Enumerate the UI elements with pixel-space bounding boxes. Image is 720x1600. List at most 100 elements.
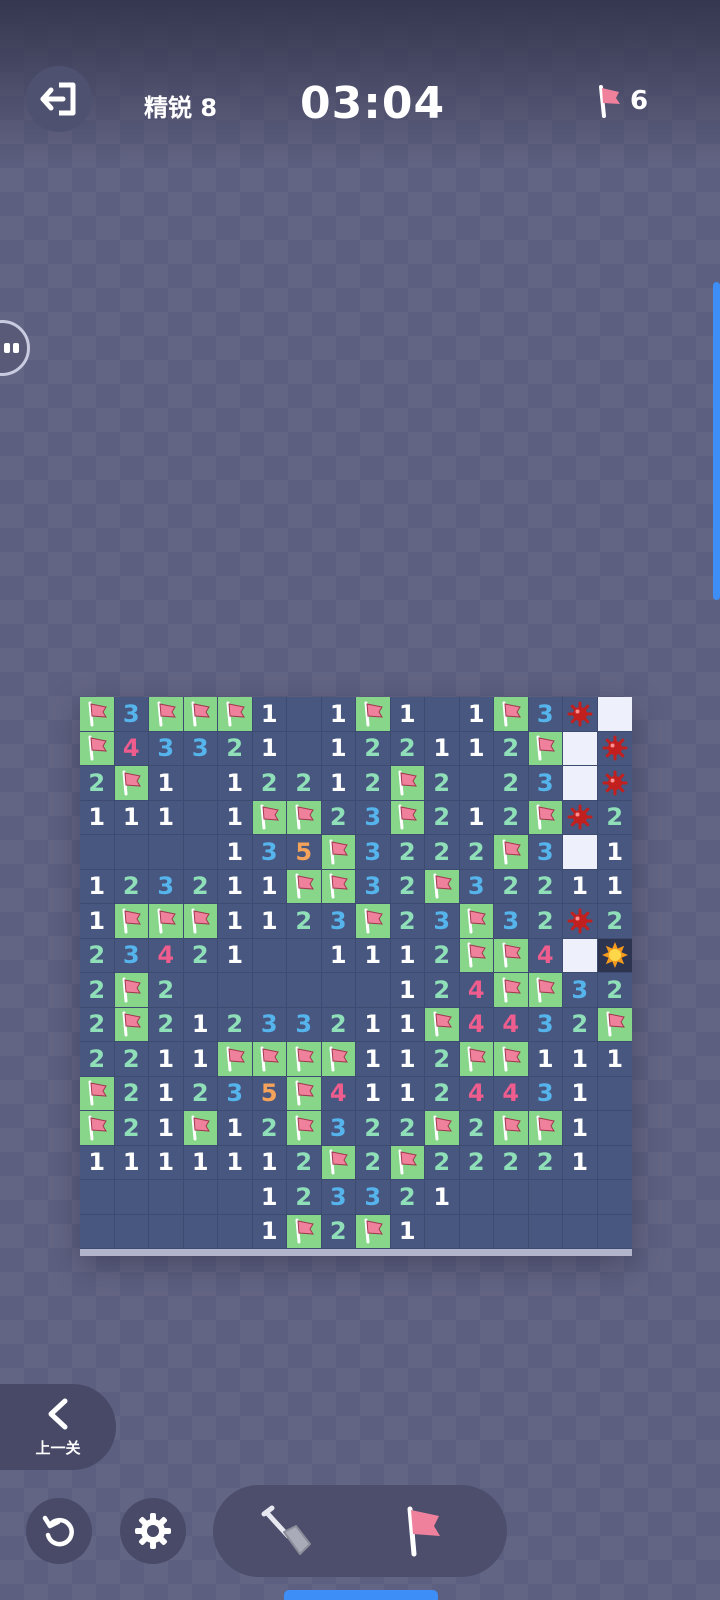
number-cell[interactable]: 1 [563, 1145, 598, 1180]
number-cell[interactable]: 3 [149, 869, 184, 904]
flagged-cell[interactable] [114, 766, 149, 801]
number-cell[interactable]: 3 [528, 835, 563, 870]
unrevealed-cell[interactable] [563, 938, 598, 973]
settings-button[interactable] [120, 1498, 186, 1564]
empty-cell[interactable] [183, 1180, 218, 1215]
flagged-cell[interactable] [183, 697, 218, 732]
number-cell[interactable]: 2 [149, 1007, 184, 1042]
number-cell[interactable]: 1 [80, 904, 115, 939]
flagged-cell[interactable] [356, 904, 391, 939]
scroll-indicator[interactable] [713, 282, 720, 600]
flagged-cell[interactable] [287, 1111, 322, 1146]
number-cell[interactable]: 3 [356, 800, 391, 835]
number-cell[interactable]: 2 [459, 835, 494, 870]
empty-cell[interactable] [425, 1214, 460, 1249]
flagged-cell[interactable] [528, 1111, 563, 1146]
flagged-cell[interactable] [528, 800, 563, 835]
number-cell[interactable]: 2 [494, 766, 529, 801]
number-cell[interactable]: 1 [114, 1145, 149, 1180]
flagged-cell[interactable] [356, 1214, 391, 1249]
number-cell[interactable]: 4 [459, 1076, 494, 1111]
mine-cell[interactable] [597, 766, 632, 801]
number-cell[interactable]: 1 [425, 731, 460, 766]
number-cell[interactable]: 2 [425, 973, 460, 1008]
empty-cell[interactable] [494, 1180, 529, 1215]
flagged-cell[interactable] [287, 800, 322, 835]
number-cell[interactable]: 3 [528, 1076, 563, 1111]
mine-cell[interactable] [563, 904, 598, 939]
flagged-cell[interactable] [494, 938, 529, 973]
number-cell[interactable]: 3 [356, 835, 391, 870]
number-cell[interactable]: 1 [321, 766, 356, 801]
empty-cell[interactable] [114, 1180, 149, 1215]
number-cell[interactable]: 2 [494, 800, 529, 835]
empty-cell[interactable] [252, 973, 287, 1008]
number-cell[interactable]: 1 [390, 938, 425, 973]
number-cell[interactable]: 4 [149, 938, 184, 973]
empty-cell[interactable] [183, 766, 218, 801]
number-cell[interactable]: 3 [321, 1180, 356, 1215]
flagged-cell[interactable] [597, 1007, 632, 1042]
number-cell[interactable]: 2 [114, 1042, 149, 1077]
exploded-mine-cell[interactable] [597, 938, 632, 973]
number-cell[interactable]: 1 [183, 1007, 218, 1042]
number-cell[interactable]: 1 [563, 1042, 598, 1077]
empty-cell[interactable] [218, 1214, 253, 1249]
number-cell[interactable]: 2 [425, 1145, 460, 1180]
empty-cell[interactable] [597, 1180, 632, 1215]
empty-cell[interactable] [114, 1214, 149, 1249]
number-cell[interactable]: 1 [149, 766, 184, 801]
flagged-cell[interactable] [114, 1007, 149, 1042]
number-cell[interactable]: 2 [494, 1145, 529, 1180]
number-cell[interactable]: 1 [218, 904, 253, 939]
number-cell[interactable]: 1 [80, 869, 115, 904]
flagged-cell[interactable] [321, 835, 356, 870]
flagged-cell[interactable] [390, 800, 425, 835]
flagged-cell[interactable] [183, 1111, 218, 1146]
number-cell[interactable]: 2 [597, 801, 632, 835]
number-cell[interactable]: 1 [321, 938, 356, 973]
number-cell[interactable]: 3 [494, 904, 529, 939]
number-cell[interactable]: 1 [218, 938, 253, 973]
number-cell[interactable]: 1 [218, 766, 253, 801]
number-cell[interactable]: 1 [252, 869, 287, 904]
flagged-cell[interactable] [80, 1076, 115, 1111]
empty-cell[interactable] [149, 1214, 184, 1249]
number-cell[interactable]: 3 [528, 697, 563, 732]
number-cell[interactable]: 2 [183, 1076, 218, 1111]
number-cell[interactable]: 1 [183, 1145, 218, 1180]
number-cell[interactable]: 4 [459, 1007, 494, 1042]
flagged-cell[interactable] [149, 697, 184, 732]
number-cell[interactable]: 3 [563, 973, 598, 1008]
empty-cell[interactable] [597, 1215, 632, 1249]
number-cell[interactable]: 2 [425, 1076, 460, 1111]
number-cell[interactable]: 1 [597, 1042, 632, 1077]
empty-cell[interactable] [218, 973, 253, 1008]
flagged-cell[interactable] [287, 869, 322, 904]
number-cell[interactable]: 1 [563, 1076, 598, 1111]
number-cell[interactable]: 3 [114, 938, 149, 973]
mine-cell[interactable] [563, 697, 598, 732]
number-cell[interactable]: 4 [494, 1007, 529, 1042]
number-cell[interactable]: 1 [597, 835, 632, 870]
number-cell[interactable]: 1 [356, 938, 391, 973]
empty-cell[interactable] [287, 731, 322, 766]
number-cell[interactable]: 1 [183, 1042, 218, 1077]
flagged-cell[interactable] [80, 697, 115, 732]
number-cell[interactable]: 2 [563, 1007, 598, 1042]
number-cell[interactable]: 3 [183, 731, 218, 766]
number-cell[interactable]: 3 [356, 869, 391, 904]
flagged-cell[interactable] [459, 938, 494, 973]
number-cell[interactable]: 1 [80, 1145, 115, 1180]
exit-button[interactable] [26, 66, 92, 132]
flagged-cell[interactable] [252, 1042, 287, 1077]
number-cell[interactable]: 2 [287, 1180, 322, 1215]
number-cell[interactable]: 2 [218, 1007, 253, 1042]
number-cell[interactable]: 2 [528, 869, 563, 904]
empty-cell[interactable] [459, 766, 494, 801]
number-cell[interactable]: 2 [597, 973, 632, 1008]
unrevealed-cell[interactable] [597, 697, 632, 732]
floating-assistant-handle[interactable] [0, 320, 30, 376]
restart-button[interactable] [26, 1498, 92, 1564]
number-cell[interactable]: 1 [252, 1214, 287, 1249]
